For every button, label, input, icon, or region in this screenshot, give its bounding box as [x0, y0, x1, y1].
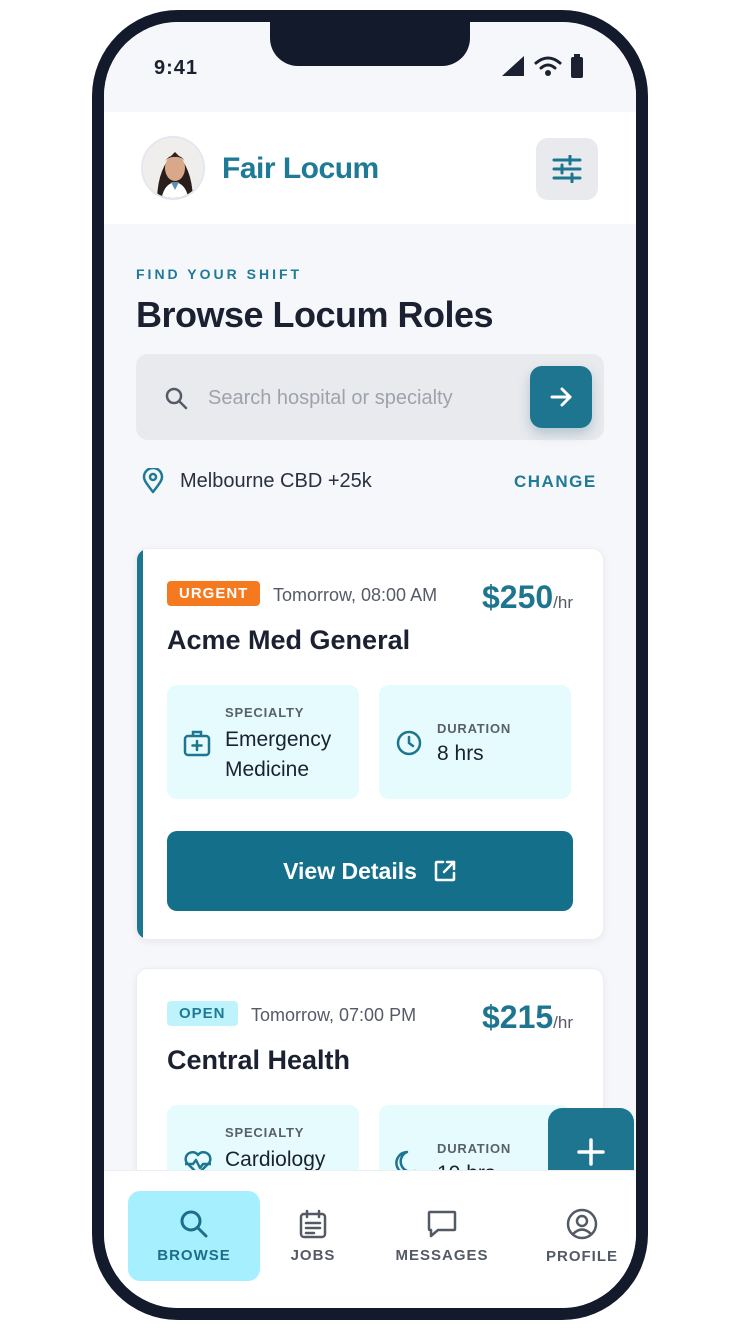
status-time: 9:41 — [154, 57, 199, 79]
status-badge: OPEN — [167, 1001, 238, 1026]
wifi-icon — [534, 56, 562, 76]
status-badge: URGENT — [167, 581, 261, 606]
plus-icon — [577, 1138, 605, 1166]
search-submit-button[interactable] — [530, 366, 592, 428]
hourly-rate: $215/hr — [482, 999, 573, 1036]
arrow-right-icon — [550, 387, 572, 407]
calendar-icon — [299, 1209, 327, 1238]
filter-button[interactable] — [536, 138, 598, 200]
notch — [270, 22, 470, 66]
search-input[interactable] — [208, 378, 508, 418]
hospital-name: Acme Med General — [167, 625, 411, 655]
urgent-accent-bar — [137, 549, 143, 939]
nav-browse[interactable]: BROWSE — [128, 1191, 260, 1281]
view-details-button[interactable]: View Details — [167, 831, 573, 911]
search-bar — [136, 354, 604, 440]
screen: 9:41 Fair Locum FIND YOUR SHIFT Browse L… — [104, 22, 636, 1308]
duration-tile: DURATION 8 hrs — [379, 685, 571, 799]
profile-icon — [566, 1208, 598, 1239]
shift-time: Tomorrow, 07:00 PM — [251, 1005, 417, 1025]
nav-label: JOBS — [290, 1246, 336, 1264]
view-details-label: View Details — [283, 857, 417, 884]
avatar[interactable] — [141, 136, 205, 200]
nav-jobs[interactable]: JOBS — [247, 1191, 379, 1281]
change-location-link[interactable]: CHANGE — [514, 472, 597, 492]
nav-label: BROWSE — [157, 1246, 231, 1264]
hospital-name: Central Health — [167, 1045, 351, 1075]
map-pin-icon — [142, 468, 164, 494]
battery-icon — [571, 54, 583, 78]
phone-frame: 9:41 Fair Locum FIND YOUR SHIFT Browse L… — [92, 10, 648, 1320]
sliders-icon — [552, 155, 582, 183]
app-header: Fair Locum — [104, 112, 636, 224]
rate-amount: $215 — [481, 999, 554, 1035]
chat-icon — [427, 1210, 457, 1237]
duration-value: 8 hrs — [437, 742, 484, 765]
search-icon — [180, 1210, 208, 1237]
location-text: Melbourne CBD +25k — [180, 469, 372, 492]
nav-label: MESSAGES — [395, 1246, 489, 1264]
specialty-label: SPECIALTY — [225, 1125, 305, 1140]
clock-icon — [396, 730, 422, 756]
duration-label: DURATION — [437, 721, 512, 736]
specialty-value: Emergency Medicine — [225, 728, 332, 781]
search-icon — [165, 387, 188, 410]
status-icons — [500, 54, 584, 78]
duration-label: DURATION — [437, 1141, 512, 1156]
hourly-rate: $250/hr — [482, 579, 573, 616]
page-title: Browse Locum Roles — [136, 294, 494, 335]
nav-profile[interactable]: PROFILE — [516, 1191, 636, 1281]
external-link-icon — [434, 860, 456, 882]
nav-label: PROFILE — [545, 1247, 618, 1265]
avatar-image — [143, 138, 203, 198]
job-card[interactable]: URGENT Tomorrow, 08:00 AM $250/hr Acme M… — [136, 548, 604, 940]
specialty-label: SPECIALTY — [225, 705, 305, 720]
shift-time: Tomorrow, 08:00 AM — [273, 585, 438, 605]
nav-messages[interactable]: MESSAGES — [376, 1191, 508, 1281]
app-brand: Fair Locum — [222, 152, 379, 185]
location-row: Melbourne CBD +25k — [142, 468, 372, 494]
medical-bag-icon — [183, 730, 211, 757]
cellular-signal-icon — [502, 56, 524, 76]
bottom-nav: BROWSE JOBS MESSAGES PROFILE — [104, 1170, 636, 1308]
rate-unit: /hr — [553, 1013, 573, 1032]
rate-amount: $250 — [481, 579, 554, 615]
specialty-tile: SPECIALTY Emergency Medicine — [167, 685, 359, 799]
rate-unit: /hr — [553, 593, 573, 612]
section-eyebrow: FIND YOUR SHIFT — [136, 266, 303, 282]
